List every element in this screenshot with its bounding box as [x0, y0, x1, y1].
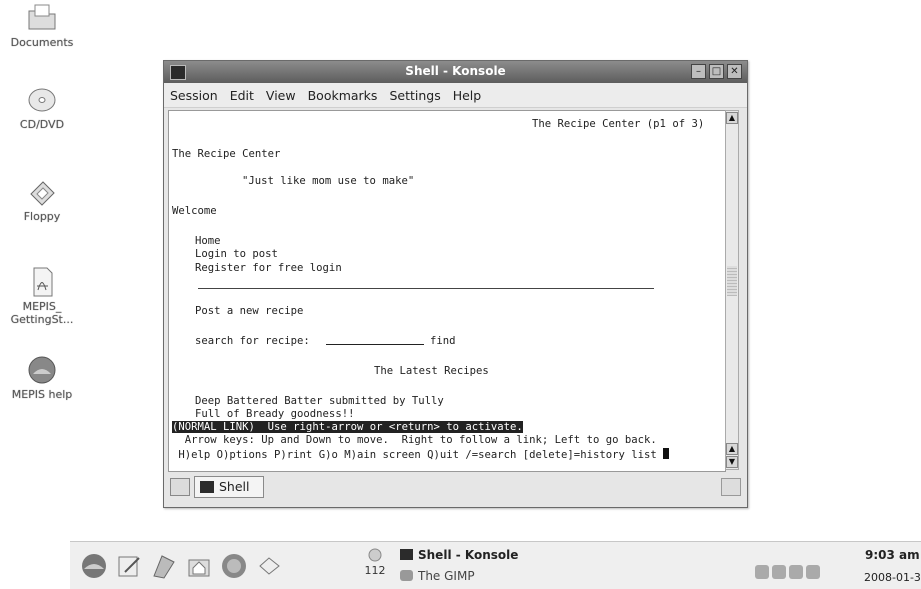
help-line-1: Arrow keys: Up and Down to move. Right t… [172, 434, 657, 446]
display-icon[interactable] [806, 565, 820, 579]
recipe-entry: Deep Battered Batter submitted by Tully [195, 395, 444, 407]
terminal-view[interactable]: The Recipe Center (p1 of 3) The Recipe C… [168, 110, 726, 472]
desktop-number: 112 [364, 564, 386, 577]
desktop-icon-mepis-guide[interactable]: MEPIS_ GettingSt... [0, 266, 84, 326]
tab-shell[interactable]: Shell [194, 476, 264, 498]
site-name: The Recipe Center [172, 148, 281, 160]
scroll-up-icon[interactable]: ▲ [726, 112, 738, 124]
terminal-icon [200, 481, 214, 493]
menu-edit[interactable]: Edit [230, 88, 254, 103]
search-label: search for recipe: [195, 335, 310, 347]
tab-bar: Shell [164, 474, 747, 504]
page-header: The Recipe Center (p1 of 3) [532, 118, 705, 130]
close-button[interactable]: ✕ [727, 64, 742, 79]
system-tray [755, 564, 827, 580]
recipe-link[interactable]: Deep Battered Batter [195, 395, 323, 407]
task-konsole[interactable]: Shell - Konsole [400, 548, 518, 562]
text-cursor [663, 448, 670, 459]
pdf-icon [25, 266, 59, 298]
find-button[interactable]: find [430, 335, 456, 347]
klipper-icon[interactable] [789, 565, 803, 579]
minimize-button[interactable]: – [691, 64, 706, 79]
latest-heading: The Latest Recipes [374, 365, 489, 377]
link-home[interactable]: Home [195, 235, 221, 247]
kate-icon[interactable] [115, 552, 143, 580]
menu-bar: Session Edit View Bookmarks Settings Hel… [164, 83, 747, 108]
kontact-icon[interactable] [255, 552, 283, 580]
desktop-icon-floppy[interactable]: Floppy [0, 176, 84, 223]
search-input[interactable] [326, 335, 424, 348]
gimp-icon [400, 570, 413, 581]
link-login[interactable]: Login to post [195, 248, 278, 260]
welcome-text: Welcome [172, 205, 217, 217]
task-label: Shell - Konsole [418, 548, 519, 562]
network-icon[interactable] [772, 565, 786, 579]
desktop-pager[interactable]: 112 [360, 547, 390, 577]
tab-label: Shell [219, 479, 250, 494]
speaker-icon[interactable] [755, 565, 769, 579]
pager-icon [368, 548, 382, 562]
mepis-icon[interactable] [80, 552, 108, 580]
folder-icon [25, 2, 59, 34]
clock-date: 2008-01-30 [864, 571, 921, 584]
task-label: The GIMP [418, 569, 475, 583]
desktop-icon-cd-dvd[interactable]: CD/DVD [0, 84, 84, 131]
clock[interactable]: 9:03 am 2008-01-30 [843, 548, 921, 584]
desktop-icon-label: MEPIS_ GettingSt... [10, 300, 74, 326]
desktop-icon-documents[interactable]: Documents [0, 2, 84, 49]
menu-session[interactable]: Session [170, 88, 218, 103]
cd-icon [25, 84, 59, 116]
close-tab-button[interactable] [721, 478, 741, 496]
menu-bookmarks[interactable]: Bookmarks [308, 88, 378, 103]
desktop-icon-label: CD/DVD [19, 118, 65, 131]
scroll-down-icon[interactable]: ▼ [726, 456, 738, 468]
help-icon [25, 354, 59, 386]
menu-view[interactable]: View [266, 88, 296, 103]
menu-settings[interactable]: Settings [389, 88, 440, 103]
desktop-icon-mepis-help[interactable]: MEPIS help [0, 354, 84, 401]
desktop-icon-label: Floppy [23, 210, 61, 223]
maximize-button[interactable]: □ [709, 64, 724, 79]
terminal-icon [400, 549, 413, 560]
recipe-description: Full of Bready goodness!! [195, 408, 355, 420]
scroll-thumb[interactable] [727, 266, 737, 296]
clock-time: 9:03 am [865, 548, 920, 562]
divider [198, 288, 654, 289]
terminal-scrollbar[interactable]: ▲ ▲ ▼ [725, 110, 739, 470]
link-register[interactable]: Register for free login [195, 262, 342, 274]
status-line: (NORMAL LINK) Use right-arrow or <return… [172, 421, 523, 433]
taskbar: 112 Shell - Konsole The GIMP 9:03 am 200… [70, 541, 921, 589]
tagline: "Just like mom use to make" [242, 175, 415, 187]
floppy-icon [25, 176, 59, 208]
home-folder-icon[interactable] [185, 552, 213, 580]
title-bar[interactable]: Shell - Konsole – □ ✕ [164, 61, 747, 83]
link-post-recipe[interactable]: Post a new recipe [195, 305, 303, 317]
help-line-2-text: H)elp O)ptions P)rint G)o M)ain screen Q… [172, 449, 657, 461]
task-gimp[interactable]: The GIMP [400, 569, 475, 583]
firefox-icon[interactable] [220, 552, 248, 580]
desktop-icon-label: MEPIS help [11, 388, 73, 401]
menu-help[interactable]: Help [453, 88, 482, 103]
new-tab-button[interactable] [170, 478, 190, 496]
kopete-icon[interactable] [150, 552, 178, 580]
help-line-2: H)elp O)ptions P)rint G)o M)ain screen Q… [172, 448, 670, 461]
window-title: Shell - Konsole [405, 64, 506, 78]
konsole-window: Shell - Konsole – □ ✕ Session Edit View … [163, 60, 748, 508]
desktop-icon-label: Documents [10, 36, 74, 49]
recipe-author: submitted by Tully [322, 395, 444, 407]
scroll-up-icon[interactable]: ▲ [726, 443, 738, 455]
